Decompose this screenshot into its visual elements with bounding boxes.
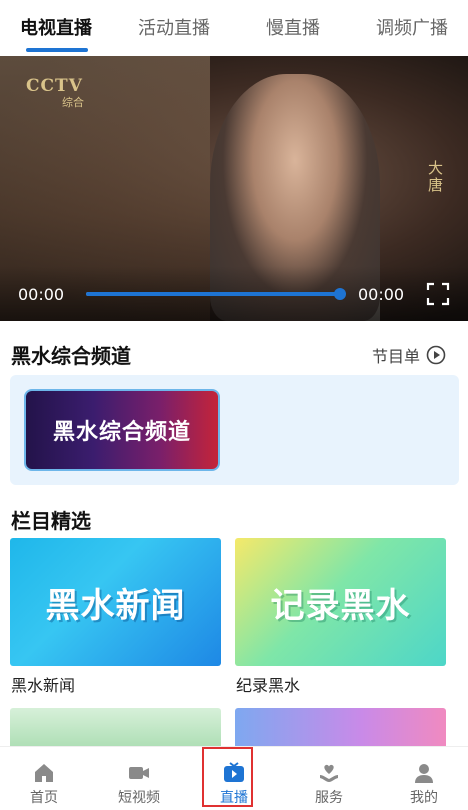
channel-section-title: 黑水综合频道: [11, 344, 131, 368]
progress-knob[interactable]: [334, 288, 346, 300]
player-controls: 00:00 00:00: [0, 266, 468, 321]
program-image-text: 记录黑水: [270, 585, 411, 626]
video-player[interactable]: CCTV 综合 大唐 00:00 00:00: [0, 56, 468, 321]
channel-logo-sub: 综合: [62, 96, 84, 109]
tab-event-live[interactable]: 活动直播: [138, 14, 210, 40]
nav-mine[interactable]: 我的: [394, 747, 454, 810]
programs-section-title: 栏目精选: [11, 509, 91, 533]
video-camera-icon: [129, 767, 149, 779]
nav-short-video-label: 短视频: [118, 790, 160, 806]
heart-hand-icon: [320, 764, 338, 782]
total-time: 00:00: [358, 285, 405, 304]
nav-service-label: 服务: [315, 790, 343, 806]
channel-card[interactable]: 黑水综合频道: [24, 389, 220, 471]
program-card-documentary[interactable]: 记录黑水: [235, 538, 446, 666]
program-card-news[interactable]: 黑水新闻: [10, 538, 221, 666]
tab-fm-radio[interactable]: 调频广播: [376, 14, 448, 40]
progress-bar[interactable]: [86, 288, 346, 300]
tab-slow-live[interactable]: 慢直播: [266, 14, 320, 40]
channel-list: 黑水综合频道: [10, 375, 459, 485]
user-icon: [415, 764, 433, 783]
program-label-news: 黑水新闻: [11, 676, 76, 695]
top-tab-bar: 电视直播 活动直播 慢直播 调频广播: [0, 0, 468, 56]
active-tab-indicator: [26, 48, 88, 52]
channel-card-label: 黑水综合频道: [52, 420, 191, 445]
video-watermark: 大唐: [428, 159, 444, 194]
current-time: 00:00: [18, 285, 65, 304]
channel-logo: CCTV: [26, 76, 83, 96]
nav-short-video[interactable]: 短视频: [109, 747, 169, 810]
schedule-label: 节目单: [372, 347, 421, 366]
play-circle-icon: [426, 345, 446, 365]
program-image-text: 黑水新闻: [45, 585, 186, 626]
schedule-button[interactable]: 节目单: [372, 343, 446, 367]
tab-tv-live[interactable]: 电视直播: [20, 14, 92, 40]
nav-home[interactable]: 首页: [14, 747, 74, 810]
nav-service[interactable]: 服务: [299, 747, 359, 810]
program-label-documentary: 纪录黑水: [236, 676, 301, 695]
nav-home-label: 首页: [30, 790, 58, 806]
home-icon: [35, 764, 53, 782]
live-tab-highlight-box: [202, 747, 253, 807]
fullscreen-icon[interactable]: [426, 282, 450, 306]
nav-mine-label: 我的: [410, 790, 438, 806]
progress-fill: [86, 292, 340, 296]
